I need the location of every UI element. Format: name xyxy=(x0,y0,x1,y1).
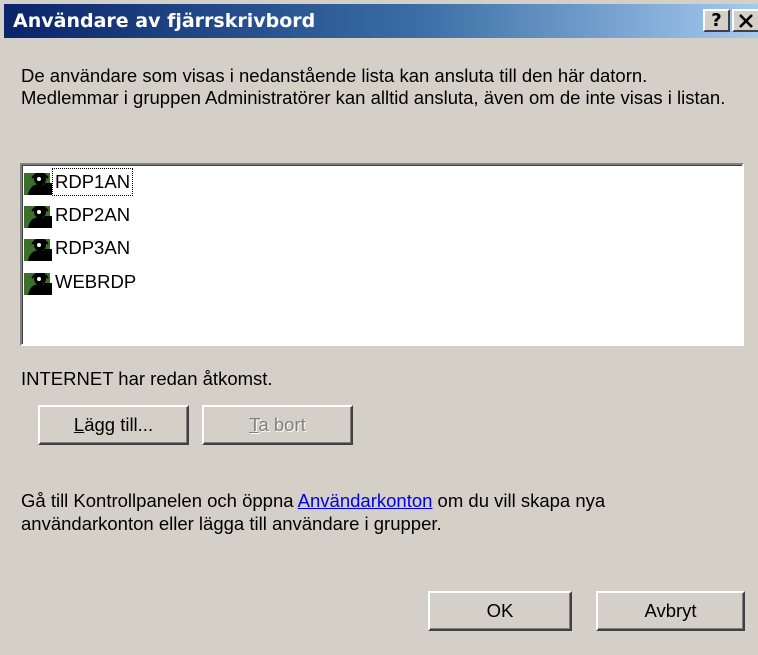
window-title: Användare av fjärrskrivbord xyxy=(13,10,316,32)
list-item-label: RDP3AN xyxy=(55,237,131,258)
add-label: ägg till... xyxy=(84,414,154,435)
footer-text: Gå till Kontrollpanelen och öppna Använd… xyxy=(21,489,741,535)
list-item-label: RDP1AN xyxy=(51,168,134,196)
remove-user-button[interactable]: Ta bort xyxy=(202,405,353,445)
list-item-label: RDP2AN xyxy=(55,204,131,225)
ok-button[interactable]: OK xyxy=(428,591,572,631)
intro-text: De användare som visas i nedanstående li… xyxy=(21,65,726,108)
remote-desktop-users-dialog: Användare av fjärrskrivbord ? De använda… xyxy=(0,0,758,655)
user-accounts-link[interactable]: Användarkonton xyxy=(298,490,433,511)
user-icon xyxy=(24,273,52,295)
close-icon xyxy=(739,14,753,28)
list-item-label: WEBRDP xyxy=(55,271,137,292)
status-text: INTERNET har redan åtkomst. xyxy=(21,368,273,389)
footer-before-link: Gå till Kontrollpanelen och öppna xyxy=(21,490,298,511)
close-button[interactable] xyxy=(732,9,758,32)
add-accel: L xyxy=(73,414,85,435)
user-icon xyxy=(24,206,52,228)
add-user-button[interactable]: Lägg till... xyxy=(38,405,189,445)
user-icon xyxy=(24,173,52,195)
remove-label: a bort xyxy=(258,414,306,435)
title-bar[interactable]: Användare av fjärrskrivbord ? xyxy=(4,4,758,38)
help-button[interactable]: ? xyxy=(703,9,730,32)
user-icon xyxy=(24,239,52,261)
cancel-button[interactable]: Avbryt xyxy=(596,591,745,631)
